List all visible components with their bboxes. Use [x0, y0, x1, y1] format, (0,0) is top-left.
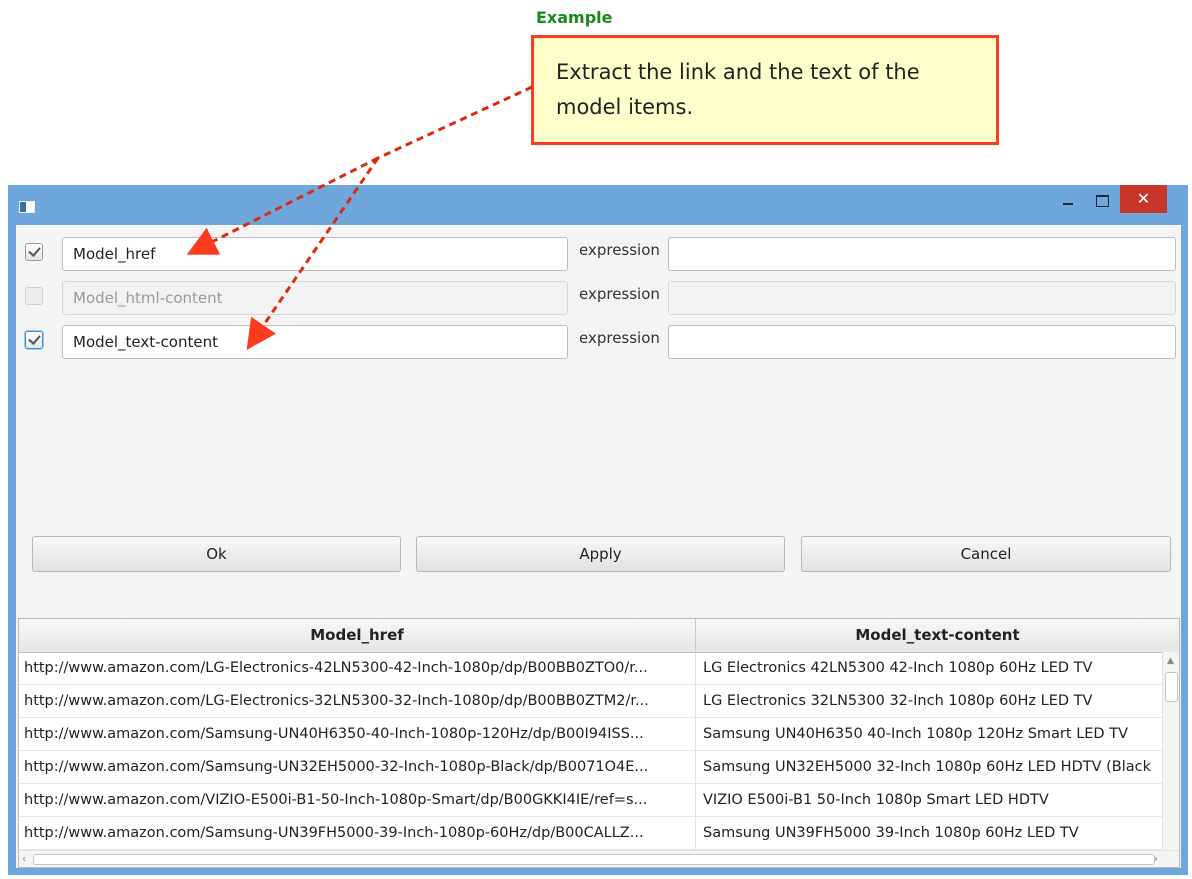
model-text-content-checkbox[interactable] [25, 331, 43, 349]
model-html-content-expression-input [668, 281, 1176, 315]
maximize-button[interactable] [1088, 185, 1116, 215]
example-callout: Extract the link and the text of the mod… [531, 35, 999, 145]
model-href-name-field[interactable]: Model_href [62, 237, 568, 271]
table-row[interactable]: http://www.amazon.com/LG-Electronics-32L… [19, 685, 1164, 718]
scroll-up-icon[interactable]: ▲ [1167, 656, 1174, 666]
app-window: ✕ Model_href expression Model_html-conte… [8, 185, 1188, 875]
minimize-button[interactable] [1054, 185, 1082, 215]
model-text-content-name-field[interactable]: Model_text-content [62, 325, 568, 359]
cell-model-text-content: LG Electronics 42LN5300 42-Inch 1080p 60… [703, 660, 1093, 676]
check-icon [28, 244, 41, 257]
table-row[interactable]: http://www.amazon.com/VIZIO-E500i-B1-50-… [19, 784, 1164, 817]
close-icon: ✕ [1136, 189, 1151, 208]
column-divider [695, 784, 696, 816]
close-button[interactable]: ✕ [1120, 185, 1167, 213]
cell-model-href: http://www.amazon.com/LG-Electronics-42L… [24, 660, 648, 676]
model-href-checkbox[interactable] [25, 243, 43, 261]
minimize-icon [1063, 202, 1073, 205]
horizontal-scrollbar[interactable]: ‹ › [19, 850, 1179, 867]
vertical-scroll-thumb[interactable] [1165, 672, 1178, 702]
cell-model-href: http://www.amazon.com/Samsung-UN32EH5000… [24, 759, 649, 775]
apply-button[interactable]: Apply [416, 536, 785, 572]
expression-label: expression [579, 285, 660, 303]
maximize-icon [1095, 194, 1109, 207]
column-divider [695, 652, 696, 684]
cell-model-href: http://www.amazon.com/VIZIO-E500i-B1-50-… [24, 792, 648, 808]
model-html-content-checkbox[interactable] [25, 287, 43, 305]
expression-label: expression [579, 329, 660, 347]
cell-model-text-content: LG Electronics 32LN5300 32-Inch 1080p 60… [703, 693, 1093, 709]
cell-model-text-content: Samsung UN39FH5000 39-Inch 1080p 60Hz LE… [703, 825, 1079, 841]
model-href-expression-input[interactable] [668, 237, 1176, 271]
cancel-button[interactable]: Cancel [801, 536, 1171, 572]
dialog-content: Model_href expression Model_html-content… [16, 225, 1181, 868]
table-row[interactable]: http://www.amazon.com/Samsung-UN32EH5000… [19, 751, 1164, 784]
column-divider [695, 751, 696, 783]
column-divider [695, 685, 696, 717]
vertical-scrollbar[interactable]: ▲ [1162, 652, 1179, 852]
field-row-model-href: Model_href expression [16, 237, 1181, 271]
field-row-model-text-content: Model_text-content expression [16, 325, 1181, 359]
example-title: Example [536, 8, 613, 27]
scroll-right-icon[interactable]: › [1154, 852, 1158, 865]
cell-model-href: http://www.amazon.com/Samsung-UN40H6350-… [24, 726, 644, 742]
column-header-model-text-content[interactable]: Model_text-content [696, 619, 1179, 652]
title-bar[interactable]: ✕ [8, 185, 1188, 225]
cell-model-text-content: Samsung UN40H6350 40-Inch 1080p 120Hz Sm… [703, 726, 1128, 742]
table-header: Model_href Model_text-content [19, 619, 1179, 653]
check-icon [28, 332, 41, 345]
model-html-content-name-field: Model_html-content [62, 281, 568, 315]
table-row[interactable]: http://www.amazon.com/Samsung-UN39FH5000… [19, 817, 1164, 850]
table-row[interactable]: http://www.amazon.com/LG-Electronics-42L… [19, 652, 1164, 685]
field-row-model-html-content: Model_html-content expression [16, 281, 1181, 315]
model-text-content-expression-input[interactable] [668, 325, 1176, 359]
cell-model-text-content: VIZIO E500i-B1 50-Inch 1080p Smart LED H… [703, 792, 1049, 808]
horizontal-scroll-thumb[interactable] [33, 854, 1155, 865]
ok-button[interactable]: Ok [32, 536, 401, 572]
results-table: Model_href Model_text-content http://www… [18, 618, 1180, 868]
expression-label: expression [579, 241, 660, 259]
scroll-left-icon[interactable]: ‹ [22, 852, 26, 865]
column-divider [695, 817, 696, 849]
arrow-line-connector [377, 85, 533, 160]
column-divider [695, 718, 696, 750]
cell-model-href: http://www.amazon.com/Samsung-UN39FH5000… [24, 825, 644, 841]
cell-model-text-content: Samsung UN32EH5000 32-Inch 1080p 60Hz LE… [703, 759, 1152, 775]
table-row[interactable]: http://www.amazon.com/Samsung-UN40H6350-… [19, 718, 1164, 751]
column-header-model-href[interactable]: Model_href [19, 619, 696, 652]
app-icon [19, 201, 35, 213]
cell-model-href: http://www.amazon.com/LG-Electronics-32L… [24, 693, 649, 709]
